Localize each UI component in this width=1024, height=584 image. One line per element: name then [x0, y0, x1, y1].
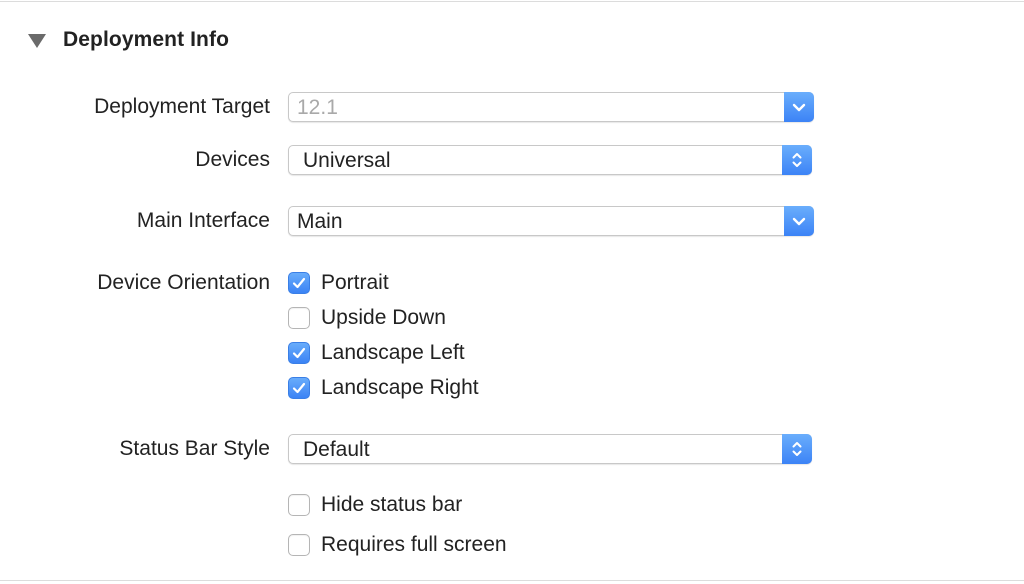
main-interface-combo[interactable]: Main — [288, 206, 814, 236]
checkbox-box[interactable] — [288, 494, 310, 516]
status-bar-style-popup[interactable]: Default — [288, 434, 812, 464]
devices-popup[interactable]: Universal — [288, 145, 812, 175]
checkmark-icon — [292, 277, 306, 289]
up-down-chevrons-icon — [792, 442, 802, 456]
main-interface-label: Main Interface — [136, 209, 270, 232]
chevron-down-icon — [792, 217, 806, 226]
status-bar-style-value: Default — [303, 438, 370, 461]
status-bar-style-popup-arrows[interactable] — [782, 434, 812, 464]
main-interface-value[interactable]: Main — [297, 207, 343, 237]
deployment-target-label: Deployment Target — [94, 95, 270, 118]
checkbox-label[interactable]: Upside Down — [321, 306, 446, 330]
devices-label: Devices — [195, 148, 270, 171]
checkbox-box[interactable] — [288, 377, 310, 399]
checkmark-icon — [292, 382, 306, 394]
checkbox-label[interactable]: Landscape Right — [321, 376, 479, 400]
bottom-divider — [0, 580, 1024, 581]
devices-value: Universal — [303, 149, 391, 172]
checkbox-label[interactable]: Hide status bar — [321, 493, 462, 517]
hide-status-bar-checkbox[interactable]: Hide status bar — [288, 492, 462, 518]
orientation-upside-down-checkbox[interactable]: Upside Down — [288, 305, 446, 331]
checkbox-box[interactable] — [288, 307, 310, 329]
status-bar-style-label: Status Bar Style — [119, 437, 270, 460]
devices-popup-arrows[interactable] — [782, 145, 812, 175]
deployment-target-value[interactable]: 12.1 — [297, 93, 338, 123]
up-down-chevrons-icon — [792, 153, 802, 167]
deployment-target-combo[interactable]: 12.1 — [288, 92, 814, 122]
checkmark-icon — [292, 347, 306, 359]
checkbox-box[interactable] — [288, 342, 310, 364]
orientation-landscape-right-checkbox[interactable]: Landscape Right — [288, 375, 479, 401]
checkbox-box[interactable] — [288, 272, 310, 294]
requires-full-screen-checkbox[interactable]: Requires full screen — [288, 532, 507, 558]
checkbox-box[interactable] — [288, 534, 310, 556]
deployment-target-dropdown-button[interactable] — [784, 92, 814, 122]
checkbox-label[interactable]: Requires full screen — [321, 533, 507, 557]
orientation-portrait-checkbox[interactable]: Portrait — [288, 270, 389, 296]
chevron-down-icon — [792, 103, 806, 112]
deployment-info-disclosure[interactable]: Deployment Info — [28, 22, 229, 58]
section-title: Deployment Info — [63, 28, 230, 51]
checkbox-label[interactable]: Portrait — [321, 271, 389, 295]
main-interface-dropdown-button[interactable] — [784, 206, 814, 236]
checkbox-label[interactable]: Landscape Left — [321, 341, 465, 365]
disclosure-triangle-down-icon[interactable] — [28, 33, 46, 48]
top-divider — [0, 1, 1024, 2]
orientation-landscape-left-checkbox[interactable]: Landscape Left — [288, 340, 465, 366]
device-orientation-label: Device Orientation — [97, 271, 270, 294]
